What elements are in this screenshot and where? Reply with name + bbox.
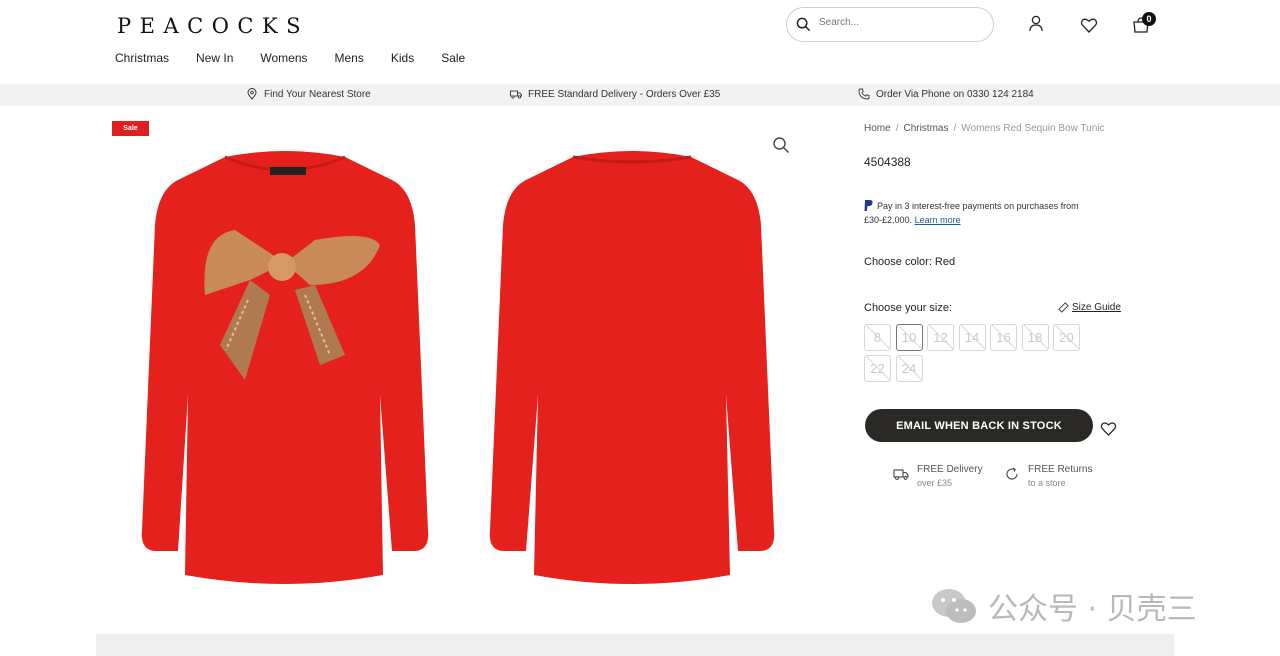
add-to-wishlist-icon[interactable] <box>1100 420 1117 437</box>
breadcrumb-current: Womens Red Sequin Bow Tunic <box>961 123 1105 134</box>
paypal-icon <box>864 200 873 211</box>
delivery-truck-icon <box>510 90 522 99</box>
search-input[interactable] <box>819 17 979 28</box>
nav-kids[interactable]: Kids <box>391 51 414 65</box>
delivery-label: FREE Standard Delivery - Orders Over £35 <box>528 88 721 100</box>
size-option[interactable]: 10 <box>895 324 923 351</box>
phone-label: Order Via Phone on 0330 124 2184 <box>876 88 1034 100</box>
perk-subtitle: over £35 <box>917 478 953 488</box>
zoom-icon[interactable] <box>772 136 790 154</box>
breadcrumb-separator: / <box>895 123 899 134</box>
size-option[interactable]: 22 <box>864 355 891 382</box>
size-option[interactable]: 16 <box>990 324 1017 351</box>
email-back-in-stock-button[interactable]: EMAIL WHEN BACK IN STOCK <box>865 409 1093 442</box>
paypal-learn-more-link[interactable]: Learn more <box>915 215 961 225</box>
breadcrumb-separator: / <box>953 123 957 134</box>
size-option[interactable]: 12 <box>927 324 954 351</box>
size-option[interactable]: 24 <box>895 355 923 382</box>
info-strip: Find Your Nearest Store FREE Standard De… <box>0 84 1280 106</box>
free-delivery-perk: FREE Delivery over £35 <box>893 464 983 488</box>
brand-logo[interactable]: PEACOCKS <box>117 14 309 38</box>
account-icon[interactable] <box>1027 14 1045 32</box>
phone-icon <box>858 88 870 100</box>
size-option[interactable]: 8 <box>864 324 891 351</box>
store-finder-link[interactable]: Find Your Nearest Store <box>246 88 371 100</box>
product-sku: 4504388 <box>864 155 911 169</box>
delivery-truck-icon <box>893 469 909 480</box>
footer-band <box>96 634 1174 656</box>
location-pin-icon <box>247 88 257 100</box>
watermark-text: 公众号 · 贝壳三 <box>988 592 1197 627</box>
sale-badge: Sale <box>112 121 149 136</box>
wechat-icon <box>932 589 976 623</box>
product-image-back[interactable] <box>478 145 786 595</box>
nav-mens[interactable]: Mens <box>335 51 364 65</box>
delivery-info[interactable]: FREE Standard Delivery - Orders Over £35 <box>510 88 720 100</box>
nav-womens[interactable]: Womens <box>260 51 307 65</box>
size-guide-label: Size Guide <box>1072 302 1121 313</box>
cart-count-badge: 0 <box>1142 12 1156 26</box>
breadcrumb-christmas[interactable]: Christmas <box>903 123 948 134</box>
search-box[interactable] <box>786 7 994 42</box>
breadcrumb-home[interactable]: Home <box>864 123 891 134</box>
returns-icon <box>1006 467 1018 480</box>
nav-new-in[interactable]: New In <box>196 51 233 65</box>
size-option[interactable]: 18 <box>1021 324 1049 351</box>
search-icon <box>796 17 811 32</box>
free-returns-perk: FREE Returns to a store <box>1004 464 1092 488</box>
paypal-message: Pay in 3 interest-free payments on purch… <box>864 199 1094 227</box>
color-label: Choose color: Red <box>864 256 956 268</box>
size-option[interactable]: 20 <box>1053 324 1080 351</box>
size-label: Choose your size: <box>864 302 953 314</box>
store-finder-label: Find Your Nearest Store <box>264 88 371 100</box>
watermark: 公众号 · 贝壳三 <box>930 584 1197 628</box>
size-guide-link[interactable]: Size Guide <box>1058 302 1121 313</box>
wishlist-icon[interactable] <box>1080 16 1098 34</box>
paypal-text: Pay in 3 interest-free payments on purch… <box>864 201 1079 225</box>
breadcrumb: Home / Christmas / Womens Red Sequin Bow Tun… <box>864 123 1105 134</box>
main-nav: Christmas New In Womens Mens Kids Sale <box>115 51 492 65</box>
perk-title: FREE Delivery <box>917 464 983 475</box>
perk-title: FREE Returns <box>1028 464 1093 475</box>
perk-subtitle: to a store <box>1028 478 1066 488</box>
nav-sale[interactable]: Sale <box>441 51 465 65</box>
product-image-front[interactable] <box>130 145 440 595</box>
size-option[interactable]: 14 <box>958 324 986 351</box>
ruler-icon <box>1058 302 1069 313</box>
nav-christmas[interactable]: Christmas <box>115 51 169 65</box>
phone-order-info[interactable]: Order Via Phone on 0330 124 2184 <box>858 88 1034 100</box>
